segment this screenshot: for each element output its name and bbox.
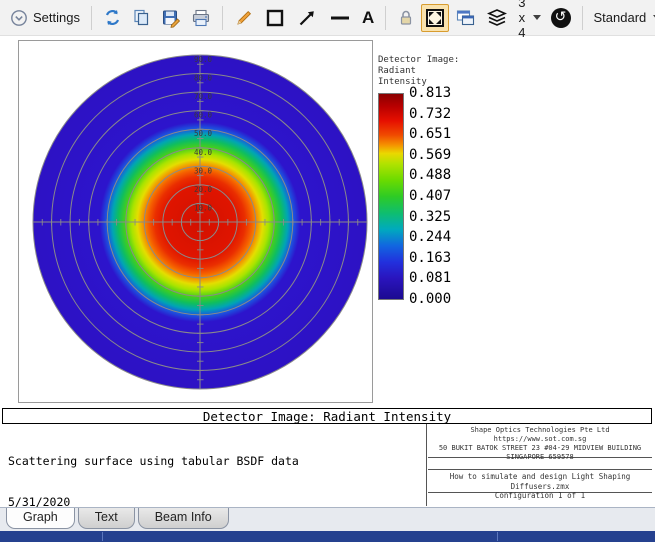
settings-label: Settings — [33, 10, 80, 25]
polar-intensity-map: 10.0 20.0 30.0 40.0 50.0 60.0 70.0 80.0 … — [32, 54, 368, 390]
configuration-label: Configuration 1 of 1 — [494, 491, 586, 500]
colorbar-tick: 0.325 — [409, 208, 452, 225]
save-button[interactable] — [157, 5, 185, 31]
colorbar-tick: 0.163 — [409, 249, 452, 266]
line-icon — [330, 16, 349, 19]
insert-text-button[interactable]: A — [358, 6, 378, 30]
annotate-pencil-button[interactable] — [230, 5, 258, 31]
colorbar-tick: 0.488 — [409, 167, 452, 184]
layers-button[interactable] — [482, 5, 512, 31]
draw-rectangle-button[interactable] — [260, 4, 290, 32]
dropdown-arrow-icon — [532, 15, 541, 20]
app-window: Settings A 3 x 4 ↺ Standard 10.0 20.0 30… — [0, 0, 655, 542]
colorbar-tick: 0.651 — [409, 126, 452, 143]
rectangle-icon — [266, 9, 284, 26]
polar-ring-labels: 10.0 20.0 30.0 40.0 50.0 60.0 70.0 80.0 … — [194, 55, 213, 212]
copy-icon — [134, 9, 149, 26]
company-name: Shape Optics Technologies Pte Ltd — [470, 426, 610, 434]
colorbar-tick: 0.732 — [409, 105, 452, 122]
colorbar — [378, 93, 404, 300]
save-icon — [162, 10, 181, 28]
print-button[interactable] — [187, 5, 215, 31]
ring-label: 50.0 — [194, 129, 213, 138]
window-layout-button[interactable] — [451, 5, 480, 31]
draw-line-button[interactable] — [324, 4, 356, 32]
standard-dropdown[interactable]: Standard — [590, 7, 655, 28]
text-tool-icon: A — [361, 7, 375, 27]
ring-label: 80.0 — [194, 74, 213, 83]
status-bar-divider — [497, 532, 498, 541]
chevron-down-circle-icon — [11, 9, 27, 26]
rotate-view-button[interactable]: ↺ — [547, 5, 575, 31]
ring-label: 60.0 — [194, 111, 213, 120]
ring-label: 30.0 — [194, 166, 213, 175]
footer-right-column: Shape Optics Technologies Pte Ltd https:… — [426, 424, 652, 506]
pencil-icon — [237, 10, 252, 25]
colorbar-tick: 0.569 — [409, 146, 452, 163]
layers-icon — [487, 8, 508, 26]
detector-title: Detector Image: Radiant Intensity — [202, 408, 452, 424]
file-info-box: How to simulate and design Light Shaping… — [428, 469, 652, 500]
tab-beam-info[interactable]: Beam Info — [137, 508, 229, 529]
arrow-icon — [299, 10, 314, 25]
lock-button[interactable] — [393, 5, 419, 30]
lock-icon — [401, 10, 412, 25]
ring-label: 20.0 — [194, 185, 213, 194]
standard-label: Standard — [593, 10, 647, 25]
toolbar: Settings A 3 x 4 ↺ Standard — [0, 0, 655, 40]
tab-text[interactable]: Text — [77, 508, 135, 529]
grid-size-label: 3 x 4 — [518, 0, 526, 40]
rotate-ccw-icon: ↺ — [550, 7, 571, 28]
toolbar-separator — [385, 5, 387, 30]
file-name: How to simulate and design Light Shaping… — [449, 472, 631, 491]
ring-label: 10.0 — [194, 203, 213, 212]
refresh-button[interactable] — [99, 5, 126, 30]
fit-to-window-button[interactable] — [421, 3, 450, 32]
colorbar-tick: 0.407 — [409, 187, 452, 204]
grid-size-dropdown[interactable]: 3 x 4 — [514, 0, 544, 43]
bottom-tab-bar: Graph Text Beam Info — [0, 507, 655, 531]
settings-button[interactable]: Settings — [6, 6, 84, 30]
colorbar-tick: 0.813 — [409, 85, 452, 101]
cascade-windows-icon — [457, 9, 475, 25]
ring-label: 40.0 — [194, 148, 213, 157]
company-info-box: Shape Optics Technologies Pte Ltd https:… — [428, 424, 652, 461]
colorbar-tick: 0.081 — [409, 270, 452, 287]
colorbar-labels: 0.813 0.732 0.651 0.569 0.488 0.407 0.32… — [409, 85, 451, 307]
colorbar-tick: 0.000 — [409, 290, 452, 307]
ring-label: 70.0 — [194, 92, 213, 101]
toolbar-separator — [90, 5, 92, 30]
status-bar — [0, 531, 655, 542]
company-address: 50 BUKIT BATOK STREET 23 #04-29 MIDVIEW … — [438, 444, 642, 461]
fit-to-window-icon — [426, 8, 445, 27]
detector-title-band: Detector Image: Radiant Intensity — [2, 408, 652, 424]
draw-arrow-button[interactable] — [292, 4, 322, 32]
refresh-icon — [105, 10, 120, 25]
toolbar-separator — [221, 5, 223, 30]
info-line: Scattering surface using tabular BSDF da… — [8, 454, 299, 468]
legend-title: Detector Image: Radiant Intensity — [378, 55, 460, 87]
polar-plot-canvas: 10.0 20.0 30.0 40.0 50.0 60.0 70.0 80.0 … — [18, 40, 373, 403]
status-bar-divider — [102, 532, 103, 541]
company-url: https://www.sot.com.sg — [493, 435, 587, 443]
colorbar-tick: 0.244 — [409, 229, 452, 246]
copy-button[interactable] — [128, 5, 155, 30]
ring-label: 90.0 — [194, 55, 213, 64]
tab-graph[interactable]: Graph — [6, 508, 75, 529]
print-icon — [192, 9, 210, 26]
toolbar-separator — [581, 5, 583, 30]
